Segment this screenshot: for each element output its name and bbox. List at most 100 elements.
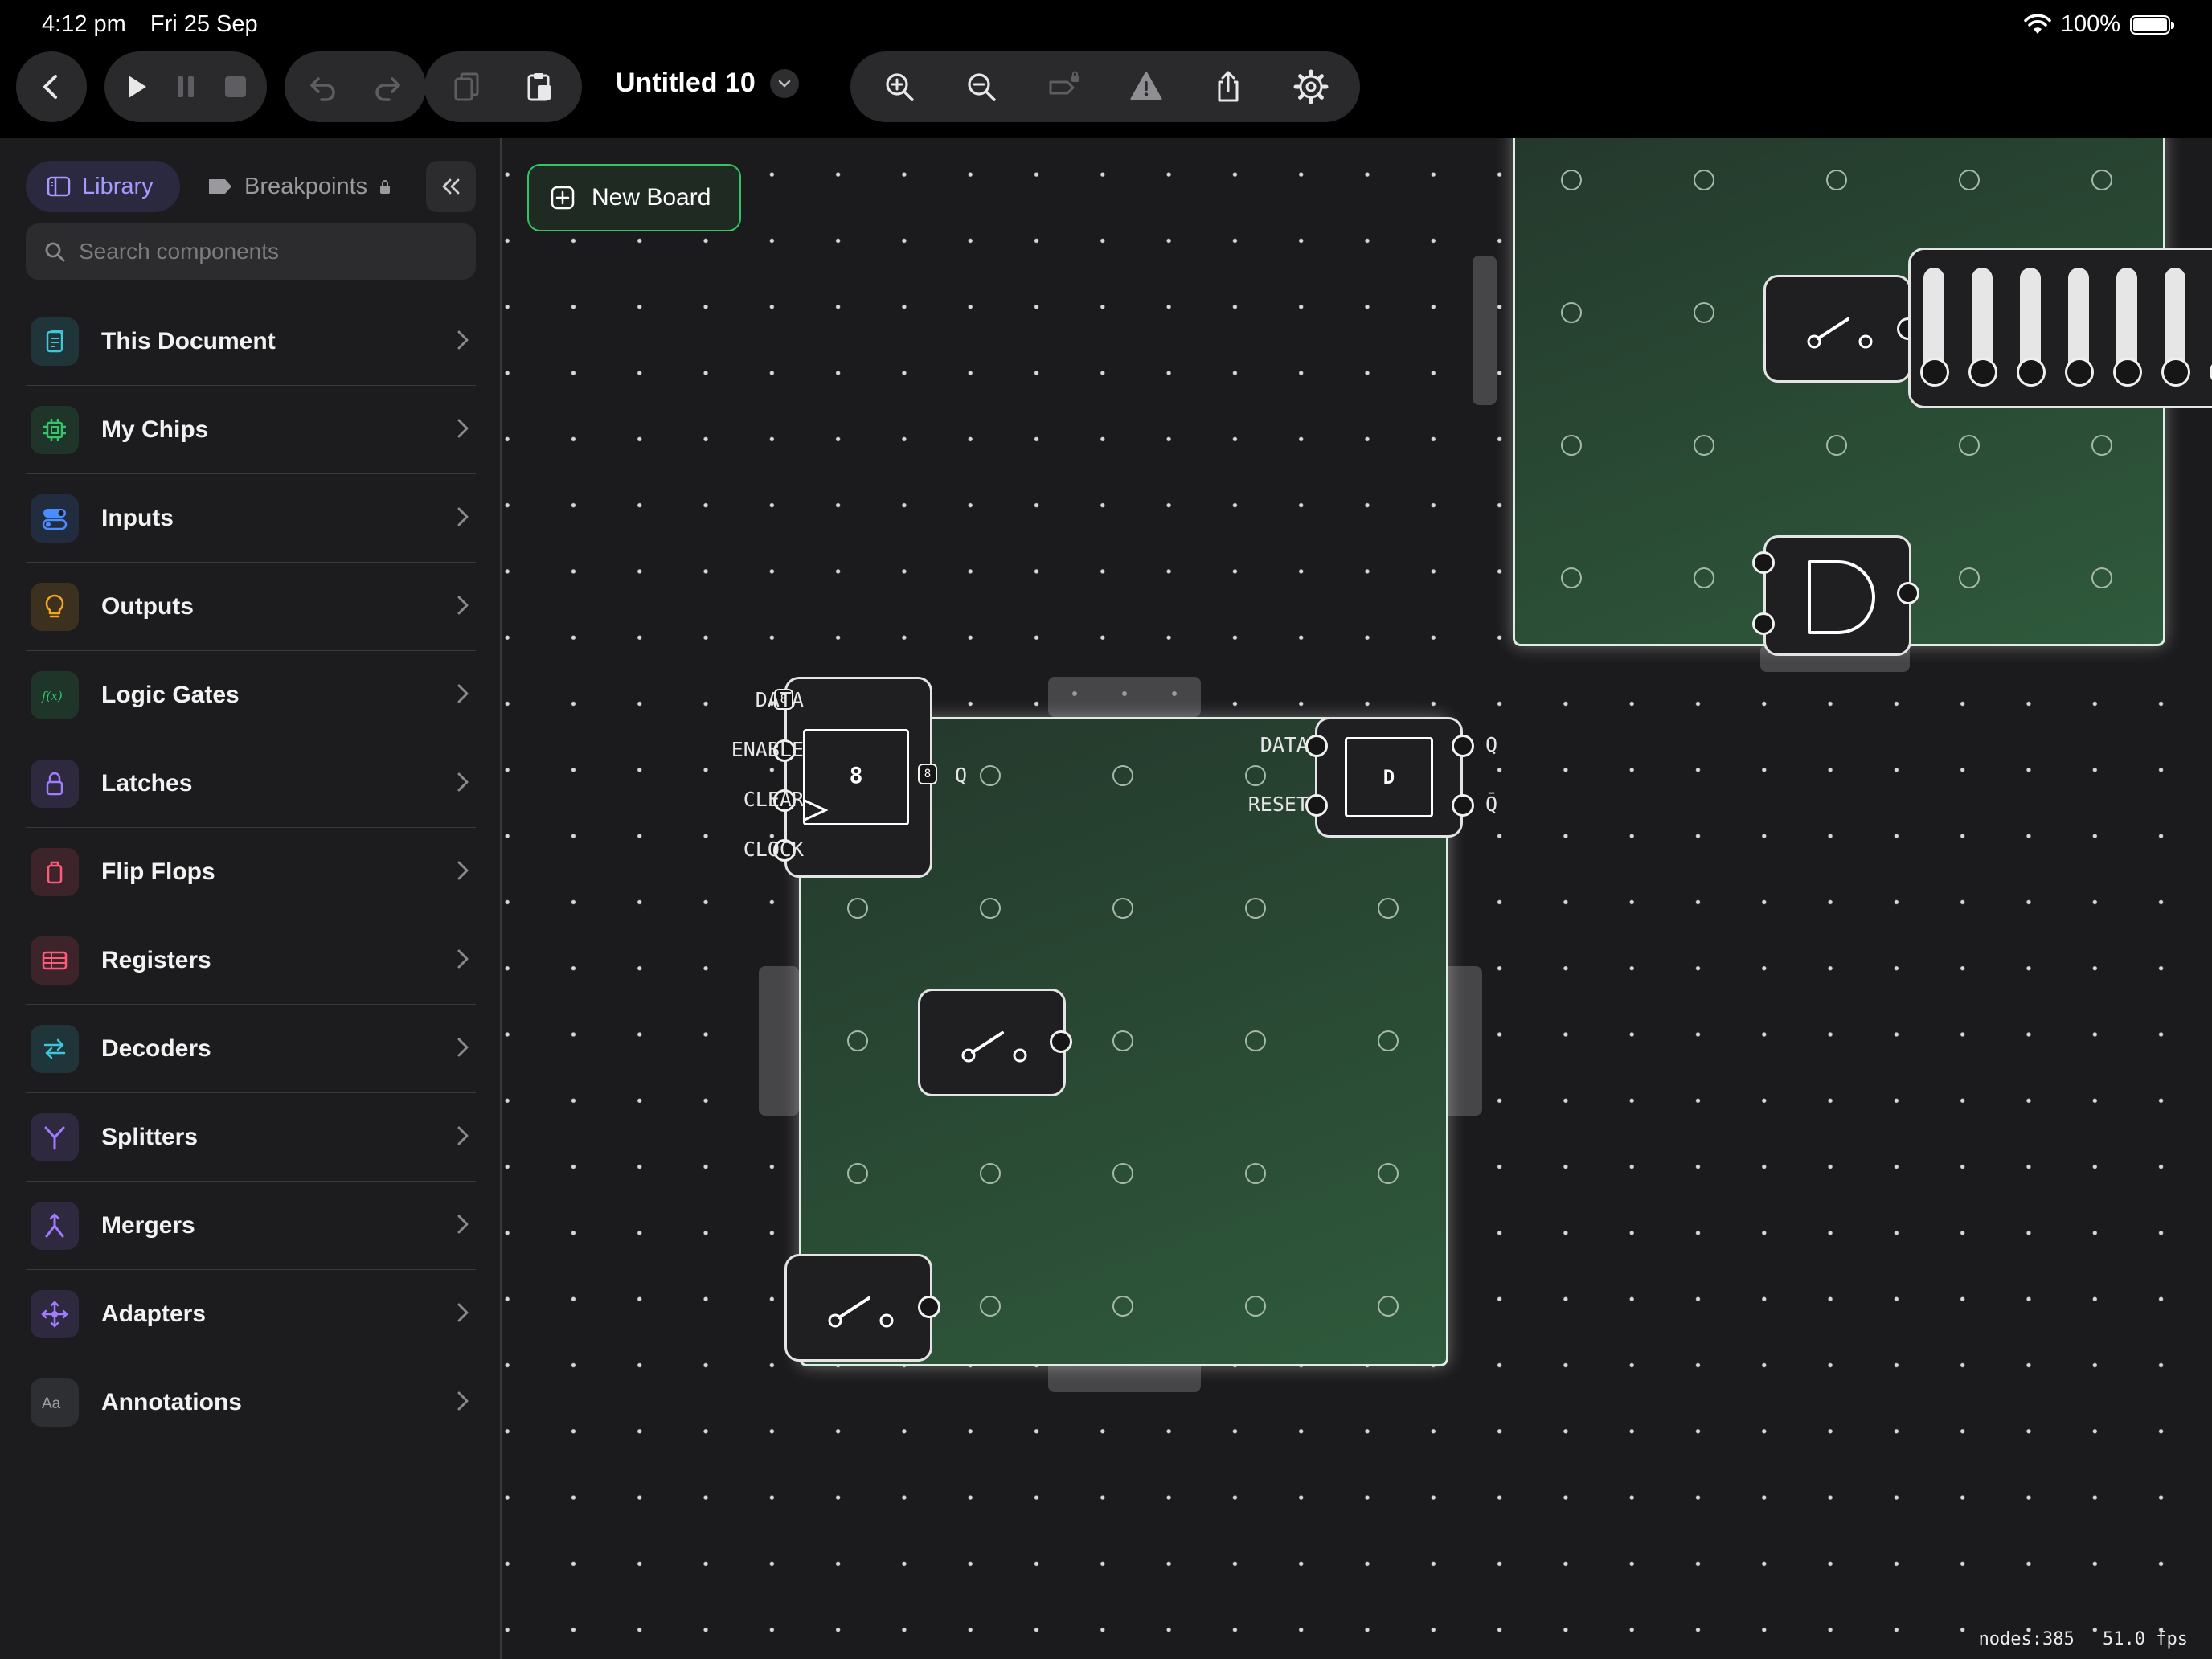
chevron-right-icon — [457, 1391, 469, 1411]
circuit-canvas[interactable]: 8 8 8 DATA ENABLE CLEAR CLOCK Q D DATA R… — [502, 138, 2212, 1659]
board-hole — [1112, 1030, 1133, 1051]
back-button[interactable] — [16, 51, 87, 122]
flip-flop-data-pin[interactable] — [1305, 735, 1328, 757]
register-data-label: DATA — [755, 688, 804, 711]
toggle-switch-chip[interactable] — [918, 989, 1066, 1096]
sidebar-item-logic-gates[interactable]: f(x) Logic Gates — [26, 651, 476, 739]
share-button[interactable] — [1201, 59, 1256, 114]
sidebar-item-flip-flops[interactable]: Flip Flops — [26, 828, 476, 916]
chevron-down-icon — [769, 68, 799, 98]
new-board-button[interactable]: New Board — [527, 164, 741, 231]
bit-display-chip[interactable] — [1908, 248, 2212, 408]
register-output-label: Q — [955, 764, 968, 787]
board-resize-handle-top[interactable] — [1048, 677, 1201, 717]
table-icon — [31, 936, 79, 985]
document-title-menu[interactable]: Untitled 10 — [616, 68, 799, 99]
flip-flop-reset-pin[interactable] — [1305, 794, 1328, 817]
board-hole — [1561, 435, 1582, 456]
flip-flop-qbar-pin[interactable] — [1452, 794, 1474, 817]
collapse-sidebar-button[interactable] — [426, 161, 476, 212]
bit-display-input-pin[interactable] — [1968, 358, 1997, 387]
undo-icon — [310, 77, 335, 101]
svg-text:Aa: Aa — [42, 1395, 61, 1412]
register-body: 8 — [803, 729, 909, 825]
bit-display-input-pin[interactable] — [1920, 358, 1949, 387]
board-hole — [847, 1030, 868, 1051]
switch-output-pin[interactable] — [918, 1296, 940, 1318]
bit-display-input-pin[interactable] — [2017, 358, 2046, 387]
play-icon — [129, 76, 146, 98]
chevron-right-icon — [457, 861, 469, 880]
flip-flop-q-pin[interactable] — [1452, 735, 1474, 757]
locked-label-button[interactable] — [1037, 59, 1092, 114]
and-gate-input-a[interactable] — [1752, 551, 1775, 574]
gear-icon — [1293, 69, 1329, 104]
search-field[interactable] — [26, 223, 476, 280]
and-gate-input-b[interactable] — [1752, 612, 1775, 635]
tab-library[interactable]: Library — [26, 161, 180, 212]
sidebar-item-my-chips[interactable]: My Chips — [26, 386, 476, 474]
board-resize-handle-left[interactable] — [1473, 256, 1497, 405]
register-bits-label: 8 — [849, 762, 863, 789]
zoom-in-button[interactable] — [872, 59, 927, 114]
board-hole — [980, 1163, 1001, 1184]
register-clock-label: CLOCK — [743, 838, 804, 861]
board-hole — [1959, 435, 1980, 456]
sidebar-icon — [47, 176, 71, 197]
toggle-switch-chip[interactable] — [1763, 275, 1911, 383]
sidebar-item-label: Registers — [101, 946, 211, 973]
board-resize-handle-left[interactable] — [759, 966, 799, 1116]
node-count: nodes:385 — [1978, 1629, 2075, 1649]
board-hole — [1694, 567, 1714, 588]
toggle-switch-chip[interactable] — [784, 1254, 932, 1362]
sidebar-item-decoders[interactable]: Decoders — [26, 1005, 476, 1093]
sidebar-item-annotations[interactable]: Aa Annotations — [26, 1358, 476, 1447]
d-flip-flop-chip[interactable]: D — [1315, 717, 1463, 838]
copy-button[interactable] — [440, 59, 494, 114]
sidebar-item-label: Latches — [101, 769, 193, 797]
sidebar-item-inputs[interactable]: Inputs — [26, 474, 476, 563]
chevron-right-icon — [457, 1215, 469, 1234]
stop-button[interactable] — [212, 59, 259, 114]
sidebar-item-label: Logic Gates — [101, 681, 240, 708]
play-button[interactable] — [113, 59, 159, 114]
board-hole — [2091, 567, 2112, 588]
zoom-out-icon — [968, 73, 997, 101]
register-chip[interactable]: 8 — [784, 677, 932, 878]
and-gate-output[interactable] — [1897, 582, 1919, 604]
warnings-button[interactable] — [1119, 59, 1174, 114]
sidebar-item-label: Splitters — [101, 1123, 199, 1150]
sidebar-item-adapters[interactable]: Adapters — [26, 1270, 476, 1358]
tab-breakpoints[interactable]: Breakpoints — [207, 161, 391, 212]
sidebar-item-registers[interactable]: Registers — [26, 916, 476, 1005]
sidebar-item-mergers[interactable]: Mergers — [26, 1182, 476, 1270]
bit-display-input-pin[interactable] — [2161, 358, 2190, 387]
sidebar-item-latches[interactable]: Latches — [26, 739, 476, 828]
undo-button[interactable] — [296, 59, 350, 114]
switch-icon — [961, 1031, 1027, 1063]
pause-button[interactable] — [162, 59, 209, 114]
sidebar-item-outputs[interactable]: Outputs — [26, 563, 476, 651]
redo-button[interactable] — [360, 59, 415, 114]
paste-button[interactable] — [512, 59, 567, 114]
register-output-pin[interactable]: 8 — [918, 764, 937, 784]
bit-display-input-pin[interactable] — [2113, 358, 2142, 387]
zoom-out-button[interactable] — [954, 59, 1009, 114]
sidebar-item-label: Decoders — [101, 1034, 211, 1062]
sidebar-item-this-document[interactable]: This Document — [26, 297, 476, 386]
sidebar-item-splitters[interactable]: Splitters — [26, 1093, 476, 1182]
board-hole — [1826, 435, 1847, 456]
paste-icon — [527, 73, 551, 101]
category-list: This Document My Chips Inputs Outputs f(x) Lo… — [26, 297, 476, 1447]
board-hole — [1245, 1030, 1266, 1051]
board-hole — [1561, 567, 1582, 588]
board-hole — [1694, 302, 1714, 323]
share-icon — [1218, 71, 1239, 102]
double-chevron-left-icon — [442, 178, 460, 195]
switch-output-pin[interactable] — [1050, 1030, 1072, 1053]
settings-button[interactable] — [1284, 59, 1338, 114]
search-input[interactable] — [79, 239, 449, 264]
warning-icon — [1130, 72, 1162, 100]
and-gate-chip[interactable] — [1763, 535, 1911, 656]
bit-display-input-pin[interactable] — [2065, 358, 2094, 387]
